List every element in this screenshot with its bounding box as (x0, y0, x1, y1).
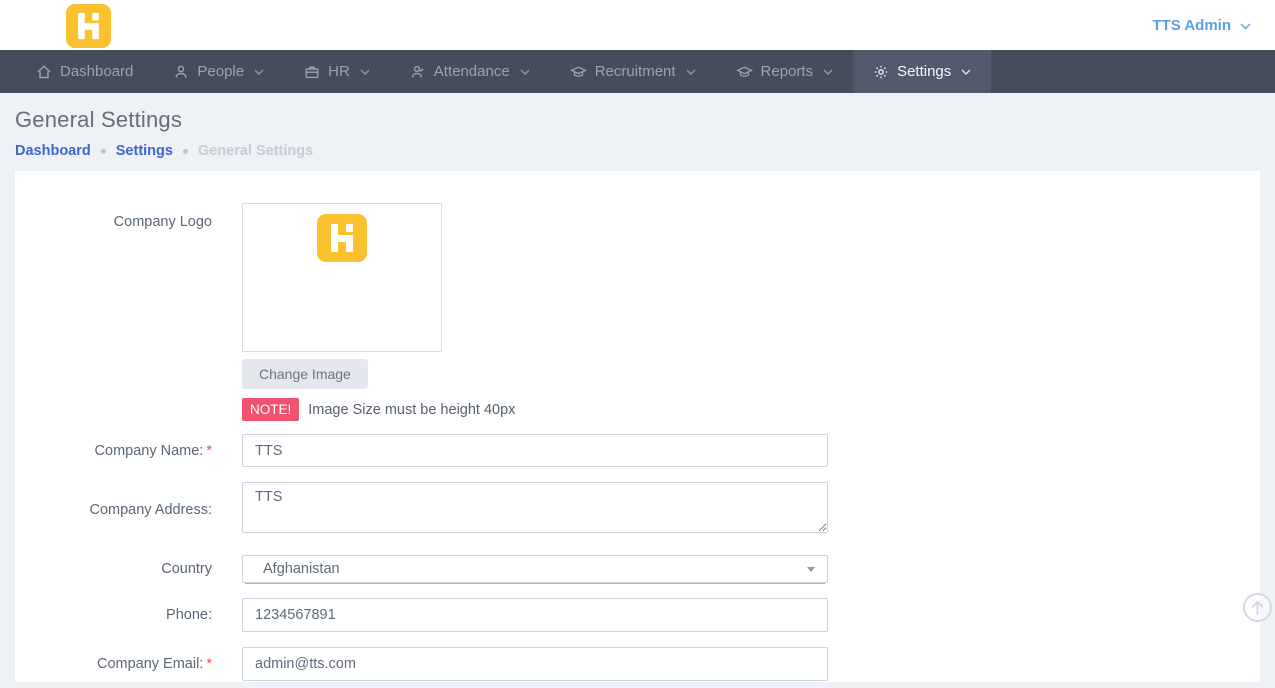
country-select-value: Afghanistan (243, 561, 340, 577)
breadcrumb-current: General Settings (198, 143, 313, 159)
company-logo-icon[interactable] (66, 4, 111, 48)
chevron-down-icon (1240, 23, 1251, 30)
country-label: Country (15, 561, 212, 577)
form-row-phone: Phone: (15, 598, 1260, 632)
user-menu-label: TTS Admin (1152, 17, 1231, 34)
general-settings-card: Company Logo Change Image NOTE! Image Si… (15, 171, 1260, 682)
note-line: NOTE! Image Size must be height 40px (242, 398, 828, 421)
nav-item-attendance[interactable]: Attendance (390, 50, 550, 93)
form-row-company-logo: Company Logo Change Image NOTE! Image Si… (15, 203, 1260, 421)
breadcrumb-separator (183, 149, 188, 154)
nav-label: Settings (897, 63, 951, 80)
company-name-label: Company Name:* (15, 443, 212, 459)
chevron-down-icon (520, 69, 530, 75)
chevron-down-icon (823, 69, 833, 75)
chevron-down-icon (686, 69, 696, 75)
nav-label: People (197, 63, 244, 80)
chevron-down-icon (254, 69, 264, 75)
people-icon (173, 64, 189, 80)
company-logo-preview (242, 203, 442, 352)
page-head: General Settings Dashboard Settings Gene… (0, 93, 1275, 159)
arrow-up-circle-icon (1242, 592, 1273, 623)
country-select[interactable]: Afghanistan (242, 555, 828, 583)
attendance-icon (410, 64, 426, 80)
company-email-input[interactable] (242, 647, 828, 681)
breadcrumb: Dashboard Settings General Settings (15, 143, 1260, 159)
phone-label: Phone: (15, 607, 212, 623)
nav-item-recruitment[interactable]: Recruitment (550, 50, 716, 93)
graduation-cap-icon (736, 64, 753, 80)
company-logo-label: Company Logo (15, 203, 212, 421)
user-menu-dropdown[interactable]: TTS Admin (1152, 17, 1251, 34)
company-email-label: Company Email:* (15, 656, 212, 672)
h-letter-icon (317, 214, 367, 262)
change-image-button[interactable]: Change Image (242, 359, 368, 389)
nav-item-reports[interactable]: Reports (716, 50, 854, 93)
form-row-country: Country Afghanistan (15, 555, 1260, 583)
top-header: TTS Admin (0, 0, 1275, 50)
company-address-textarea[interactable]: TTS (242, 482, 828, 533)
form-row-company-email: Company Email:* (15, 647, 1260, 681)
gear-icon (873, 64, 889, 80)
h-letter-icon (66, 2, 111, 50)
scroll-to-top-button[interactable] (1242, 592, 1273, 623)
company-logo-image (317, 214, 367, 262)
form-row-company-address: Company Address: TTS (15, 482, 1260, 538)
page-title: General Settings (15, 107, 1260, 133)
nav-item-people[interactable]: People (153, 50, 284, 93)
nav-item-hr[interactable]: HR (284, 50, 390, 93)
note-text: Image Size must be height 40px (308, 402, 515, 418)
main-navbar: Dashboard People HR Attendance Recruitme… (0, 50, 1275, 93)
select-dropdown-arrow-icon (807, 567, 815, 572)
required-asterisk: * (206, 656, 212, 672)
nav-label: Reports (761, 63, 814, 80)
nav-label: HR (328, 63, 350, 80)
home-icon (36, 64, 52, 80)
chevron-down-icon (961, 69, 971, 75)
phone-input[interactable] (242, 598, 828, 632)
note-badge: NOTE! (242, 398, 299, 421)
nav-item-settings[interactable]: Settings (853, 50, 991, 93)
nav-label: Attendance (434, 63, 510, 80)
breadcrumb-separator (101, 149, 106, 154)
breadcrumb-link-settings[interactable]: Settings (116, 143, 173, 159)
nav-item-dashboard[interactable]: Dashboard (16, 50, 153, 93)
chevron-down-icon (360, 69, 370, 75)
required-asterisk: * (206, 443, 212, 459)
breadcrumb-link-dashboard[interactable]: Dashboard (15, 143, 91, 159)
graduation-cap-icon (570, 64, 587, 80)
company-address-label: Company Address: (15, 502, 212, 518)
form-row-company-name: Company Name:* (15, 434, 1260, 467)
nav-label: Recruitment (595, 63, 676, 80)
nav-label: Dashboard (60, 63, 133, 80)
company-name-input[interactable] (242, 434, 828, 467)
briefcase-icon (304, 64, 320, 80)
